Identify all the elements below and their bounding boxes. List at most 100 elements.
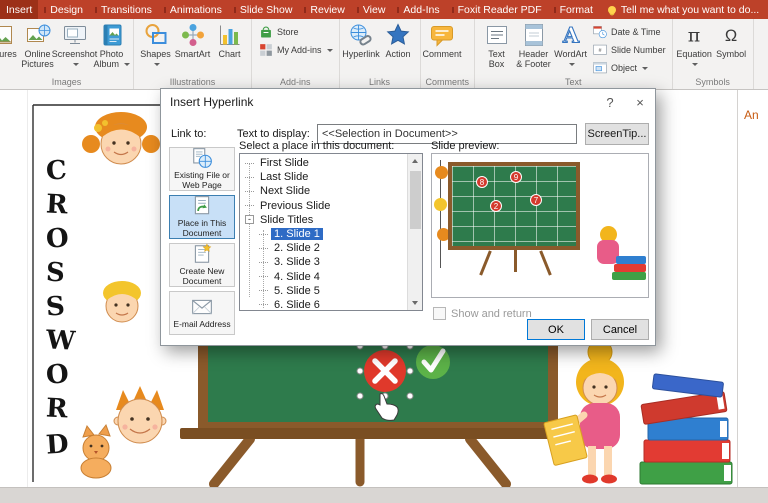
kid-middle-girl-illustration <box>103 281 141 322</box>
tree-item-label: Previous Slide <box>257 200 333 212</box>
books-stack-illustration <box>640 374 732 484</box>
symbol-button[interactable]: ΩSymbol <box>713 20 750 61</box>
tree-item-first-slide[interactable]: First Slide <box>240 156 408 170</box>
online-pictures-button[interactable]: OnlinePictures <box>19 20 56 71</box>
text-box-button[interactable]: TextBox <box>478 20 515 71</box>
x-mark-shape[interactable] <box>364 350 406 392</box>
tree-item-5-slide-5[interactable]: 5. Slide 5 <box>240 284 408 298</box>
tree-connector <box>259 276 268 277</box>
tell-me-box[interactable]: Tell me what you want to do... <box>608 4 759 16</box>
task-pane-sliver[interactable]: An <box>737 90 768 487</box>
tree-item-3-slide-3[interactable]: 3. Slide 3 <box>240 255 408 269</box>
crossword-title: CROSSWORD <box>44 90 88 487</box>
tree-item-label: 4. Slide 4 <box>271 271 323 283</box>
tab-foxit-reader-pdf[interactable]: Foxit Reader PDF <box>446 0 548 19</box>
action-button[interactable]: Action <box>380 20 417 61</box>
tab-transitions[interactable]: Transitions <box>89 0 158 19</box>
chart-button[interactable]: Chart <box>211 20 248 61</box>
tree-item-previous-slide[interactable]: Previous Slide <box>240 199 408 213</box>
ok-button[interactable]: OK <box>527 319 585 340</box>
show-and-return-checkbox[interactable] <box>433 307 446 320</box>
dropdown-arrow-icon <box>642 67 648 70</box>
ribbon-tab-bar: InsertDesignTransitionsAnimationsSlide S… <box>0 0 768 19</box>
pictures-button[interactable]: Pictures <box>0 20 19 61</box>
tab-design[interactable]: Design <box>38 0 89 19</box>
slide-thumbnail-pane[interactable] <box>0 90 28 487</box>
scroll-up-button[interactable] <box>408 154 423 169</box>
preview-number-badge: 7 <box>530 194 542 206</box>
dialog-close-button[interactable]: × <box>625 89 655 115</box>
tab-add-ins[interactable]: Add-Ins <box>391 0 445 19</box>
tab-animations[interactable]: Animations <box>158 0 228 19</box>
tree-item-next-slide[interactable]: Next Slide <box>240 184 408 198</box>
photo-album-icon <box>99 22 125 48</box>
shapes-button[interactable]: Shapes <box>137 20 174 71</box>
tab-slide-show[interactable]: Slide Show <box>228 0 299 19</box>
button-label: Action <box>386 49 411 59</box>
svg-text:A: A <box>561 23 579 48</box>
link-to-place-in-this-document[interactable]: Place in This Document <box>169 195 235 239</box>
link-to-option-label: E-mail Address <box>173 320 230 330</box>
photo-album-button[interactable]: PhotoAlbum <box>93 20 130 71</box>
group-label: Images <box>3 77 130 89</box>
comment-button[interactable]: Comment <box>424 20 461 61</box>
tree-expander-icon[interactable]: - <box>245 215 254 224</box>
smartart-button[interactable]: SmartArt <box>174 20 211 61</box>
date-time-button[interactable]: Date & Time <box>589 23 669 41</box>
ribbon-group-add-ins: StoreMy Add-insAdd-ins <box>252 19 340 89</box>
preview-book <box>614 264 646 272</box>
cancel-button[interactable]: Cancel <box>591 319 649 340</box>
tab-review[interactable]: Review <box>298 0 350 19</box>
tree-item-slide-titles[interactable]: -Slide Titles <box>240 213 408 227</box>
my-add-ins-button[interactable]: My Add-ins <box>255 41 336 59</box>
tree-item-label: 3. Slide 3 <box>271 256 323 268</box>
screenshot-button[interactable]: Screenshot <box>56 20 93 71</box>
store-icon <box>258 24 274 40</box>
ribbon-group-comments: CommentComments <box>421 19 476 89</box>
dialog-title-bar[interactable]: Insert Hyperlink ? × <box>161 89 655 115</box>
equation-button[interactable]: πEquation <box>676 20 713 71</box>
crossword-letter: R <box>45 191 68 218</box>
header-footer-button[interactable]: Header& Footer <box>515 20 552 71</box>
store-button[interactable]: Store <box>255 23 336 41</box>
tab-insert[interactable]: Insert <box>0 0 38 19</box>
group-label: Symbols <box>676 77 750 89</box>
tree-item-4-slide-4[interactable]: 4. Slide 4 <box>240 270 408 284</box>
tree-scrollbar[interactable] <box>407 154 422 310</box>
button-label: Header& Footer <box>516 49 551 69</box>
tree-item-last-slide[interactable]: Last Slide <box>240 170 408 184</box>
tree-item-1-slide-1[interactable]: 1. Slide 1 <box>240 227 408 241</box>
insert-hyperlink-dialog: Insert Hyperlink ? × Link to: Text to di… <box>160 88 656 346</box>
wordart-button[interactable]: AWordArt <box>552 20 589 71</box>
object-button[interactable]: Object <box>589 59 669 77</box>
ribbon-group-images: PicturesOnlinePicturesScreenshotPhotoAlb… <box>0 19 134 89</box>
crossword-letter: R <box>45 395 68 422</box>
hyperlink-button[interactable]: Hyperlink <box>343 20 380 61</box>
link-to-e-mail-address[interactable]: E-mail Address <box>169 291 235 335</box>
scroll-down-button[interactable] <box>408 295 423 310</box>
tree-connector <box>259 290 268 291</box>
tree-item-6-slide-6[interactable]: 6. Slide 6 <box>240 298 408 311</box>
scrollbar-thumb[interactable] <box>410 171 421 229</box>
crossword-letter: W <box>45 327 76 354</box>
text-box-icon <box>484 22 510 48</box>
link-to-existing-file-or-web-page[interactable]: Existing File or Web Page <box>169 147 235 191</box>
slide-number-button[interactable]: #Slide Number <box>589 41 669 59</box>
button-label: Comment <box>423 49 462 59</box>
tab-format[interactable]: Format <box>548 0 599 19</box>
screentip-button[interactable]: ScreenTip... <box>585 123 649 145</box>
check-mark-shape[interactable] <box>416 345 450 379</box>
slide-preview: 8927 <box>431 153 649 298</box>
link-to-create-new-document[interactable]: Create New Document <box>169 243 235 287</box>
tree-item-2-slide-2[interactable]: 2. Slide 2 <box>240 241 408 255</box>
existing-file-icon <box>191 147 213 169</box>
pictures-icon <box>0 22 14 48</box>
tree-item-label: 5. Slide 5 <box>271 285 323 297</box>
tab-view[interactable]: View <box>351 0 392 19</box>
crossword-letter: S <box>45 260 65 287</box>
dialog-help-button[interactable]: ? <box>595 89 625 115</box>
button-label: Hyperlink <box>342 49 380 59</box>
tree-connector <box>259 248 268 249</box>
button-label: Equation <box>676 49 712 69</box>
tree-item-label: First Slide <box>257 157 312 169</box>
